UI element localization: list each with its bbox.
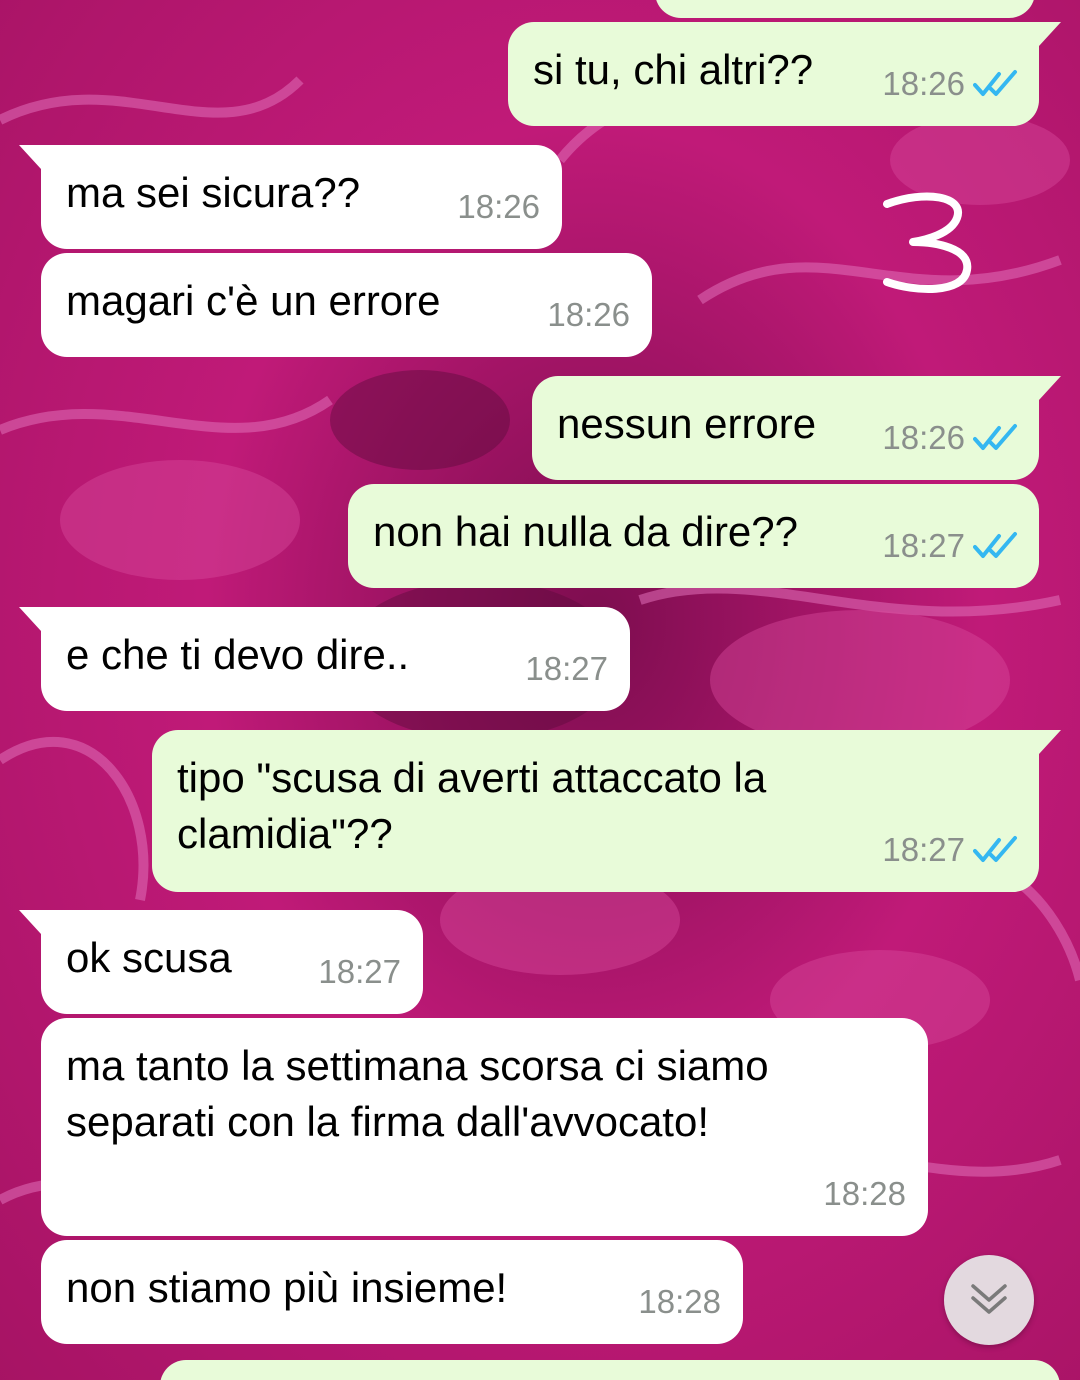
message-text: tipo "scusa di averti attaccato la clami… <box>177 754 778 857</box>
message-time: 18:27 <box>318 953 401 990</box>
bubble-tail <box>1031 730 1061 754</box>
message-meta: 18:27 <box>882 822 1019 878</box>
message-text: e che ti devo dire.. <box>66 631 410 678</box>
scroll-to-bottom-button[interactable] <box>944 1255 1034 1345</box>
message-bubble-incoming[interactable]: ma tanto la settimana scorsa ci siamo se… <box>41 1018 928 1236</box>
message-bubble-incoming[interactable]: magari c'è un errore 18:26 <box>41 253 652 357</box>
message-time: 18:27 <box>882 527 965 564</box>
message-time: 18:26 <box>547 296 630 333</box>
message-text: magari c'è un errore <box>66 277 441 324</box>
bubble-tail <box>19 910 49 934</box>
double-check-icon <box>973 424 1017 450</box>
message-time: 18:28 <box>638 1283 721 1320</box>
message-bubble-outgoing[interactable]: non hai nulla da dire?? 18:27 <box>348 484 1039 588</box>
double-check-icon <box>973 70 1017 96</box>
message-bubble-outgoing[interactable]: tipo "scusa di averti attaccato la clami… <box>152 730 1061 892</box>
message-text: nessun errore <box>557 400 817 447</box>
bubble-tail <box>19 145 49 169</box>
message-text: non stiamo più insieme! <box>66 1264 508 1311</box>
message-bubble-incoming[interactable]: e che ti devo dire.. 18:27 <box>19 607 630 711</box>
message-time: 18:27 <box>882 831 965 868</box>
message-meta: 18:27 <box>882 518 1019 574</box>
double-chevron-down-icon <box>971 1284 1007 1314</box>
message-text: non hai nulla da dire?? <box>373 508 799 555</box>
handwritten-annotation-3 <box>883 192 972 293</box>
message-time: 18:28 <box>823 1175 906 1212</box>
message-text: si tu, chi altri?? <box>533 46 814 93</box>
message-bubble-outgoing[interactable]: si tu, chi altri?? 18:26 <box>508 22 1061 126</box>
message-text: ma sei sicura?? <box>66 169 361 216</box>
message-bubble-incoming[interactable]: ma sei sicura?? 18:26 <box>19 145 562 249</box>
message-time: 18:26 <box>882 65 965 102</box>
bubble-tail <box>1031 376 1061 400</box>
message-time: 18:26 <box>457 188 540 225</box>
message-time: 18:27 <box>525 650 608 687</box>
message-bubble-incoming[interactable]: ok scusa 18:27 <box>19 910 423 1014</box>
message-text: ma tanto la settimana scorsa ci siamo se… <box>66 1042 781 1145</box>
message-bubble-incoming[interactable]: non stiamo più insieme! 18:28 <box>41 1240 743 1344</box>
bubble-tail <box>1031 22 1061 46</box>
message-time: 18:26 <box>882 419 965 456</box>
double-check-icon <box>973 532 1017 558</box>
message-meta: 18:26 <box>882 56 1019 112</box>
message-text: ok scusa <box>66 934 232 981</box>
message-meta: 18:26 <box>882 410 1019 466</box>
message-bubble-outgoing[interactable]: nessun errore 18:26 <box>532 376 1061 480</box>
bubble-tail <box>19 607 49 631</box>
double-check-icon <box>973 836 1017 862</box>
